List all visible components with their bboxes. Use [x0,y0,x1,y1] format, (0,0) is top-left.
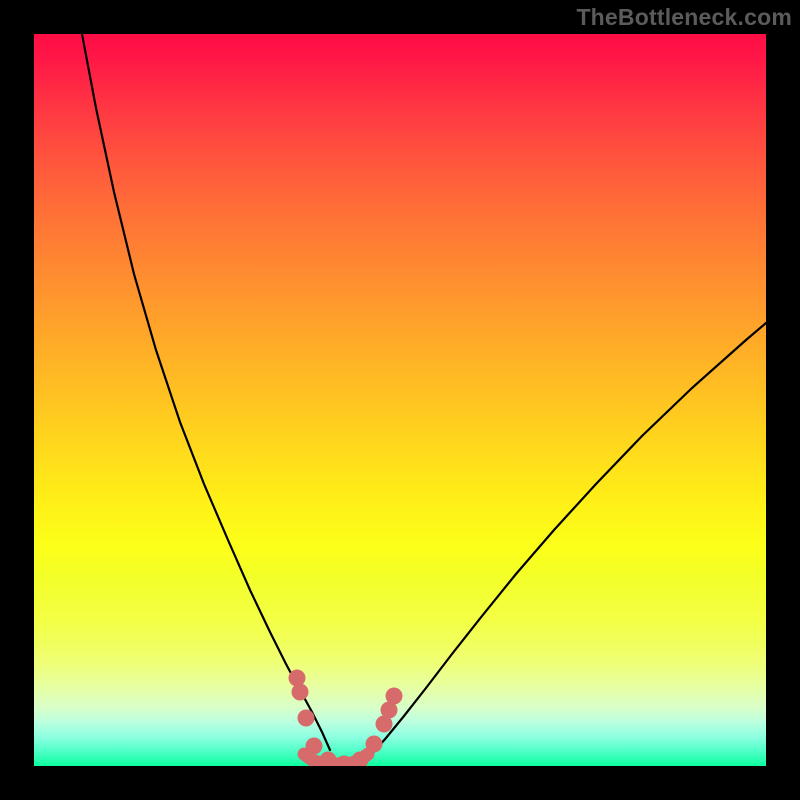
plot-area [34,34,766,766]
marker-dot [306,738,323,755]
curve-group [82,34,766,764]
chart-svg [34,34,766,766]
marker-dot [386,688,403,705]
chart-frame: TheBottleneck.com [0,0,800,800]
marker-dot [292,684,309,701]
curve-left [82,34,330,750]
marker-dot [298,710,315,727]
marker-dot [366,736,383,753]
curve-right [372,323,766,754]
marker-dot [320,752,337,767]
watermark-text: TheBottleneck.com [576,4,792,31]
marker-dot [289,670,306,687]
